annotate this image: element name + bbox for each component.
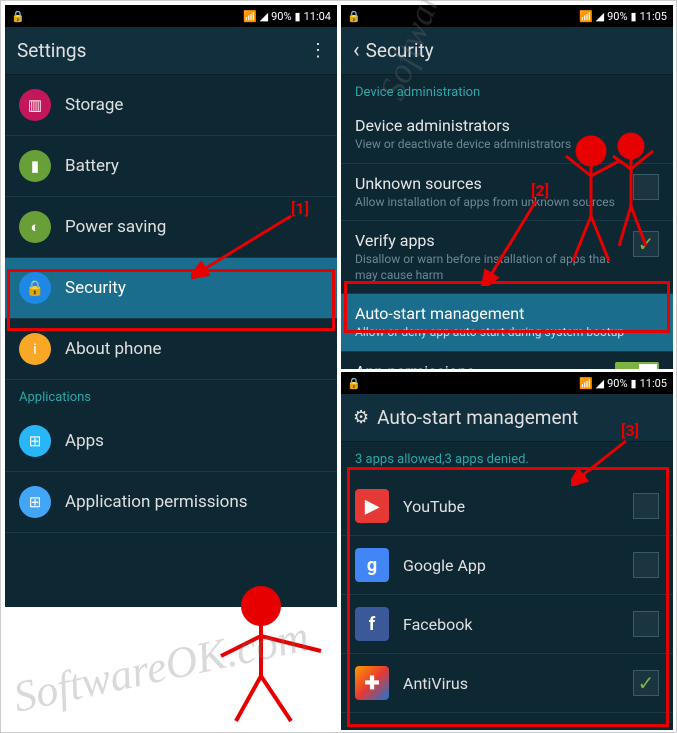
battery-icon: ▮ — [631, 377, 637, 390]
security-item-device-admin[interactable]: Device administrators View or deactivate… — [341, 106, 673, 164]
item-title: Unknown sources — [355, 174, 625, 193]
section-applications: Applications — [5, 380, 337, 411]
lock-icon: 🔒 — [11, 10, 25, 23]
power-icon: ◐ — [19, 211, 51, 243]
item-desc: Allow installation of apps from unknown … — [355, 195, 625, 211]
google-icon: g — [355, 548, 389, 582]
autostart-status: 3 apps allowed,3 apps denied. — [341, 442, 673, 477]
item-title: Device administrators — [355, 116, 659, 135]
page-title: Security — [366, 39, 434, 62]
app-label: Google App — [403, 556, 633, 575]
security-item-verify-apps[interactable]: Verify apps Disallow or warn before inst… — [341, 221, 673, 294]
battery-pct: 90% — [607, 377, 627, 390]
annotation-3: [3] — [621, 421, 639, 440]
permissions-icon: ⊞ — [19, 486, 51, 518]
item-label: Power saving — [65, 217, 166, 237]
item-title: Verify apps — [355, 231, 625, 250]
settings-item-apps[interactable]: ⊞ Apps — [5, 411, 337, 472]
status-bar: 🔒 📶 ◢ 90% ▮ 11:04 — [5, 5, 337, 27]
app-item-google[interactable]: g Google App — [341, 536, 673, 595]
lock-icon: 🔒 — [347, 377, 361, 390]
apps-icon: ⊞ — [19, 425, 51, 457]
antivirus-icon: ✚ — [355, 666, 389, 700]
wifi-icon: 📶 — [579, 10, 593, 23]
settings-item-battery[interactable]: ▮ Battery — [5, 136, 337, 197]
checkbox-verify[interactable]: ✓ — [633, 231, 659, 257]
checkbox-facebook[interactable] — [633, 611, 659, 637]
item-desc: View or deactivate device administrators — [355, 137, 659, 153]
item-desc: Allow or deny app auto-start during syst… — [355, 325, 659, 341]
clock: 11:04 — [304, 10, 331, 23]
settings-item-storage[interactable]: ▥ Storage — [5, 75, 337, 136]
status-bar: 🔒 📶 ◢ 90% ▮ 11:05 — [341, 372, 673, 394]
item-title: Auto-start management — [355, 304, 659, 323]
item-title: App permissions — [355, 362, 607, 369]
checkbox-google[interactable] — [633, 552, 659, 578]
checkbox-youtube[interactable] — [633, 493, 659, 519]
lock-icon: 🔒 — [347, 10, 361, 23]
item-label: Security — [65, 278, 126, 298]
watermark: SoftwareOK.com — [9, 610, 313, 722]
facebook-icon: f — [355, 607, 389, 641]
page-title: Auto-start management — [377, 406, 578, 429]
menu-icon[interactable]: ⋮ — [309, 40, 325, 61]
security-item-app-permissions[interactable]: App permissions Manage app permission fo… — [341, 352, 673, 369]
toggle-app-perm[interactable] — [615, 362, 659, 369]
clock: 11:05 — [640, 10, 667, 23]
battery-pct: 90% — [607, 10, 627, 23]
signal-icon: ◢ — [260, 10, 268, 23]
checkbox-antivirus[interactable]: ✓ — [633, 670, 659, 696]
app-item-youtube[interactable]: ▶ YouTube — [341, 477, 673, 536]
header-settings: Settings ⋮ — [5, 27, 337, 75]
back-icon[interactable]: ‹ — [353, 38, 360, 63]
page-title: Settings — [17, 39, 86, 62]
app-label: YouTube — [403, 497, 633, 516]
annotation-1: [1] — [291, 199, 309, 218]
battery-pct: 90% — [271, 10, 291, 23]
youtube-icon: ▶ — [355, 489, 389, 523]
annotation-2: [2] — [531, 181, 549, 200]
security-item-unknown-sources[interactable]: Unknown sources Allow installation of ap… — [341, 164, 673, 222]
section-device-admin: Device administration — [341, 75, 673, 106]
status-bar: 🔒 📶 ◢ 90% ▮ 11:05 — [341, 5, 673, 27]
item-label: Storage — [65, 95, 123, 115]
battery-icon: ▮ — [631, 10, 637, 23]
header-security: ‹ Security — [341, 27, 673, 75]
item-desc: Disallow or warn before installation of … — [355, 252, 625, 283]
app-label: AntiVirus — [403, 674, 633, 693]
app-item-antivirus[interactable]: ✚ AntiVirus ✓ — [341, 654, 673, 713]
shield-icon: 🔒 — [19, 272, 51, 304]
clock: 11:05 — [640, 377, 667, 390]
app-item-facebook[interactable]: f Facebook — [341, 595, 673, 654]
item-label: About phone — [65, 339, 162, 359]
settings-item-security[interactable]: 🔒 Security — [5, 258, 337, 319]
signal-icon: ◢ — [596, 10, 604, 23]
item-label: Application permissions — [65, 492, 248, 512]
signal-icon: ◢ — [596, 377, 604, 390]
security-item-autostart[interactable]: Auto-start management Allow or deny app … — [341, 294, 673, 352]
item-label: Battery — [65, 156, 119, 176]
storage-icon: ▥ — [19, 89, 51, 121]
settings-item-about[interactable]: i About phone — [5, 319, 337, 380]
item-label: Apps — [65, 431, 104, 451]
gear-icon: ⚙ — [353, 407, 369, 428]
battery-icon: ▮ — [19, 150, 51, 182]
settings-item-power-saving[interactable]: ◐ Power saving — [5, 197, 337, 258]
wifi-icon: 📶 — [579, 377, 593, 390]
app-label: Facebook — [403, 615, 633, 634]
battery-icon: ▮ — [295, 10, 301, 23]
wifi-icon: 📶 — [243, 10, 257, 23]
phone-security: 🔒 📶 ◢ 90% ▮ 11:05 ‹ Security Device admi… — [341, 5, 673, 369]
checkbox-unknown[interactable] — [633, 174, 659, 200]
settings-item-app-permissions[interactable]: ⊞ Application permissions — [5, 472, 337, 533]
phone-settings: 🔒 📶 ◢ 90% ▮ 11:04 Settings ⋮ ▥ Storage ▮… — [5, 5, 337, 607]
info-icon: i — [19, 333, 51, 365]
